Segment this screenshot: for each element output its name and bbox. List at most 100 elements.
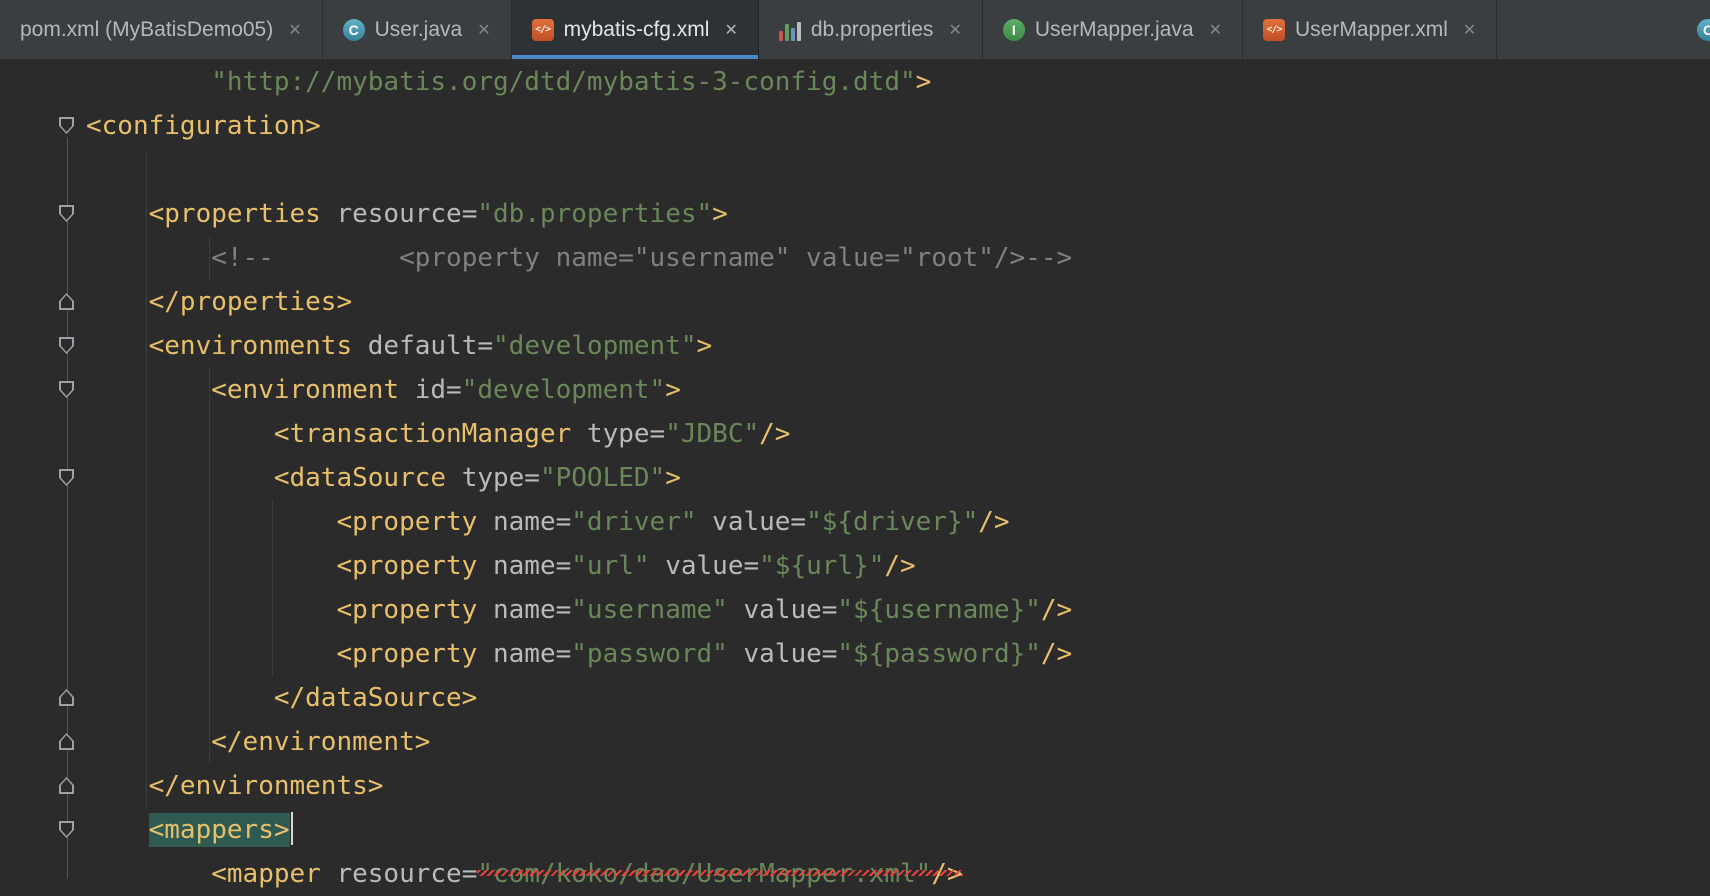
code-token: > — [665, 463, 681, 493]
xml-file-icon: </> — [531, 18, 554, 41]
fold-icon-inner — [61, 823, 72, 836]
fold-marker-start[interactable] — [59, 821, 74, 838]
code-token: value= — [727, 639, 838, 669]
code-token: default= — [367, 331, 494, 361]
code-line-3[interactable] — [86, 148, 1710, 192]
code-token: "development" — [461, 375, 666, 405]
fold-marker-start[interactable] — [59, 205, 74, 222]
code-line-6[interactable]: </properties> — [86, 280, 1710, 324]
fold-marker-end[interactable] — [59, 293, 74, 310]
code-token: <configuration> — [86, 111, 321, 141]
tab-user-java[interactable]: C User.java ✕ — [323, 0, 512, 59]
code-token: <mapper — [211, 859, 337, 889]
code-token: "db.properties" — [477, 199, 713, 229]
code-line-14[interactable]: <property name="password" value="${passw… — [86, 632, 1710, 676]
code-token: <dataSource — [273, 463, 462, 493]
code-token: "POOLED" — [539, 463, 666, 493]
fold-icon-inner — [61, 735, 72, 748]
fold-marker-end[interactable] — [59, 777, 74, 794]
code-line-5[interactable]: <!-- <property name="username" value="ro… — [86, 236, 1710, 280]
code-token: </environment> — [211, 727, 431, 757]
code-line-18[interactable]: <mappers> — [86, 808, 1710, 852]
icon-bar — [796, 21, 801, 41]
code-editor: "http://mybatis.org/dtd/mybatis-3-config… — [0, 60, 1710, 889]
code-token: /> — [884, 551, 916, 581]
fold-marker-start[interactable] — [59, 117, 74, 134]
xml-file-icon: </> — [1263, 18, 1285, 41]
tab-usermapper-java[interactable]: I UserMapper.java ✕ — [983, 0, 1243, 59]
code-token: value= — [649, 551, 760, 581]
editor-gutter — [0, 60, 86, 879]
code-token: <environments — [148, 331, 368, 361]
code-line-8[interactable]: <environment id="development"> — [86, 368, 1710, 412]
tab-label: db.properties — [810, 17, 934, 41]
code-line-7[interactable]: <environments default="development"> — [86, 324, 1710, 368]
clipped-tab-class-icon: C — [1697, 19, 1710, 41]
code-token: /> — [978, 507, 1010, 537]
code-token: "password" — [571, 639, 728, 669]
fold-marker-end[interactable] — [59, 689, 74, 706]
code-line-15[interactable]: </dataSource> — [86, 676, 1710, 720]
code-token: resource= — [336, 859, 478, 889]
code-token: > — [696, 331, 713, 361]
fold-icon-inner — [61, 471, 72, 484]
code-token: </dataSource> — [273, 683, 478, 713]
code-token: name= — [493, 595, 572, 625]
code-token: "JDBC" — [665, 419, 760, 449]
code-token: > — [712, 199, 728, 229]
tab-mybatis-cfg-xml[interactable]: </> mybatis-cfg.xml ✕ — [511, 0, 759, 59]
tab-db-properties[interactable]: db.properties ✕ — [759, 0, 983, 59]
code-token: value= — [696, 507, 807, 537]
code-line-10[interactable]: <dataSource type="POOLED"> — [86, 456, 1710, 500]
tab-label: User.java — [374, 17, 463, 41]
fold-marker-end[interactable] — [59, 733, 74, 750]
code-token: <property — [336, 639, 493, 669]
code-line-1[interactable]: "http://mybatis.org/dtd/mybatis-3-config… — [86, 60, 1710, 104]
tab-close-icon[interactable]: ✕ — [477, 20, 490, 40]
code-token: </properties> — [148, 287, 353, 317]
tab-close-icon[interactable]: ✕ — [724, 20, 737, 40]
code-token: <property — [336, 507, 493, 537]
tab-label: pom.xml (MyBatisDemo05) — [20, 17, 274, 41]
code-line-11[interactable]: <property name="driver" value="${driver}… — [86, 500, 1710, 544]
fold-icon-inner — [61, 119, 72, 132]
tab-usermapper-xml[interactable]: </> UserMapper.xml ✕ — [1243, 0, 1498, 59]
code-token: value= — [727, 595, 838, 625]
code-token: "username" — [571, 595, 728, 625]
code-token: name= — [493, 507, 572, 537]
code-token: /> — [1040, 595, 1073, 625]
code-token: name= — [493, 551, 572, 581]
code-token: type= — [461, 463, 540, 493]
tab-label: mybatis-cfg.xml — [563, 17, 710, 41]
fold-marker-start[interactable] — [59, 337, 74, 354]
fold-icon-inner — [61, 295, 72, 308]
tab-close-icon[interactable]: ✕ — [1463, 20, 1476, 40]
tab-close-icon[interactable]: ✕ — [1209, 20, 1222, 40]
code-token: id= — [414, 375, 462, 405]
code-line-16[interactable]: </environment> — [86, 720, 1710, 764]
fold-marker-start[interactable] — [59, 469, 74, 486]
code-token: "${driver}" — [806, 507, 979, 537]
code-token: "${password}" — [837, 639, 1041, 669]
text-caret — [290, 812, 293, 845]
code-token: <properties — [148, 199, 337, 229]
fold-icon-inner — [61, 207, 72, 220]
tab-pom-xml-mybatisdemo05[interactable]: pom.xml (MyBatisDemo05) ✕ — [0, 0, 323, 59]
fold-icon-inner — [61, 339, 72, 352]
properties-file-icon — [778, 19, 801, 41]
tab-close-icon[interactable]: ✕ — [288, 20, 301, 40]
code-area[interactable]: "http://mybatis.org/dtd/mybatis-3-config… — [86, 60, 1710, 896]
interface-icon: I — [1002, 18, 1025, 41]
code-token: <!-- <property name="username" value="ro… — [211, 243, 1073, 273]
tab-close-icon[interactable]: ✕ — [948, 20, 961, 40]
code-line-12[interactable]: <property name="url" value="${url}"/> — [86, 544, 1710, 588]
code-line-4[interactable]: <properties resource="db.properties"> — [86, 192, 1710, 236]
code-line-13[interactable]: <property name="username" value="${usern… — [86, 588, 1710, 632]
code-token: "${username}" — [837, 595, 1041, 625]
code-line-2[interactable]: <configuration> — [86, 104, 1710, 148]
code-token: <mappers> — [148, 815, 290, 845]
code-token: <property — [336, 551, 493, 581]
fold-marker-start[interactable] — [59, 381, 74, 398]
code-line-9[interactable]: <transactionManager type="JDBC"/> — [86, 412, 1710, 456]
code-line-17[interactable]: </environments> — [86, 764, 1710, 808]
